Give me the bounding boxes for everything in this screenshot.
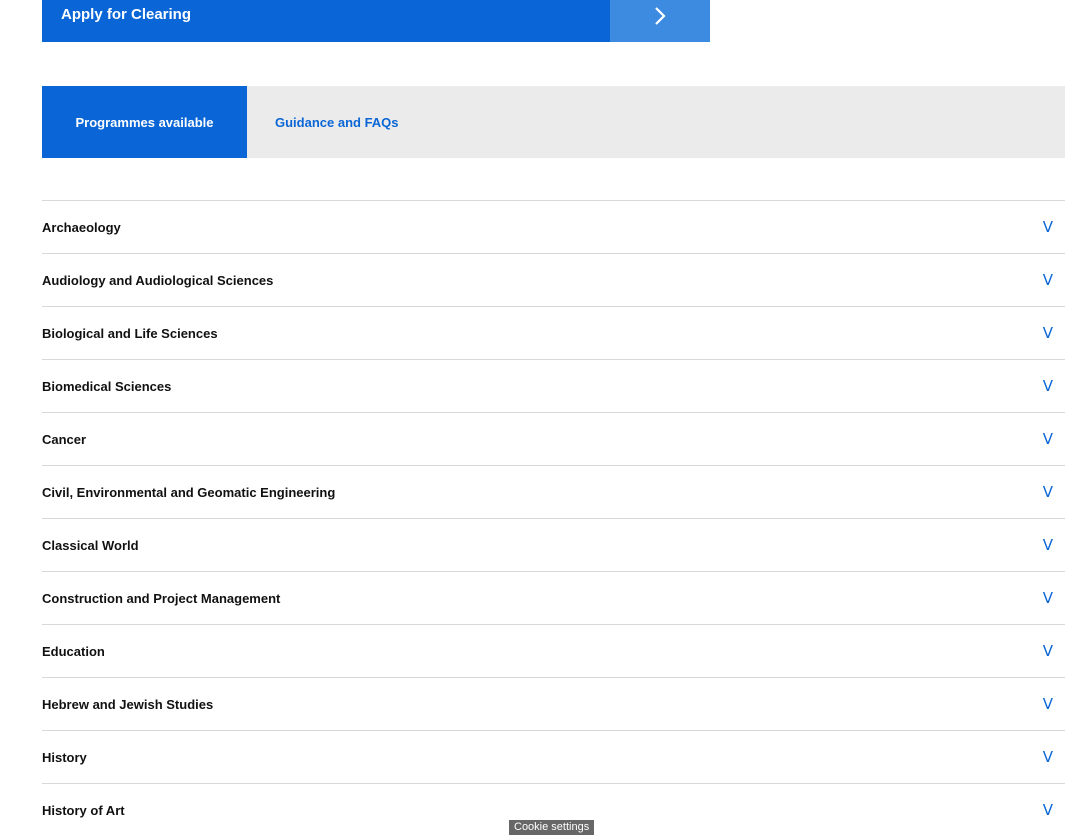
apply-for-clearing-button[interactable]: Apply for Clearing [42,0,710,42]
cookie-settings-button[interactable]: Cookie settings [509,820,595,835]
accordion-item-history[interactable]: History V [42,731,1065,784]
accordion-item-biomedical-sciences[interactable]: Biomedical Sciences V [42,360,1065,413]
chevron-down-icon[interactable]: V [1043,642,1053,660]
accordion-item-cancer[interactable]: Cancer V [42,413,1065,466]
accordion-item-classical-world[interactable]: Classical World V [42,519,1065,572]
accordion-item-label: Audiology and Audiological Sciences [42,272,274,288]
chevron-down-icon[interactable]: V [1043,377,1053,395]
accordion-item-hebrew-jewish-studies[interactable]: Hebrew and Jewish Studies V [42,678,1065,731]
accordion-item-label: Construction and Project Management [42,590,281,606]
accordion-item-archaeology[interactable]: Archaeology V [42,201,1065,254]
tab-label: Guidance and FAQs [275,114,399,130]
accordion-item-biological-life-sciences[interactable]: Biological and Life Sciences V [42,307,1065,360]
page: Apply for Clearing Programmes available … [0,0,1080,835]
chevron-down-icon[interactable]: V [1043,536,1053,554]
chevron-down-icon[interactable]: V [1043,748,1053,766]
tab-programmes-available[interactable]: Programmes available [42,86,247,158]
chevron-down-icon[interactable]: V [1043,801,1053,819]
accordion-item-construction[interactable]: Construction and Project Management V [42,572,1065,625]
accordion-item-audiology[interactable]: Audiology and Audiological Sciences V [42,254,1065,307]
programmes-accordion: Archaeology V Audiology and Audiological… [42,200,1065,835]
accordion-item-label: Hebrew and Jewish Studies [42,696,214,712]
accordion-item-label: Biological and Life Sciences [42,325,218,341]
accordion-item-label: History [42,749,87,765]
accordion-item-civil-engineering[interactable]: Civil, Environmental and Geomatic Engine… [42,466,1065,519]
accordion-item-education[interactable]: Education V [42,625,1065,678]
chevron-down-icon[interactable]: V [1043,218,1053,236]
tab-label: Programmes available [75,114,214,130]
tab-bar: Programmes available Guidance and FAQs [42,86,1065,158]
chevron-down-icon[interactable]: V [1043,271,1053,289]
tab-guidance-and-faqs[interactable]: Guidance and FAQs [247,86,399,158]
chevron-down-icon[interactable]: V [1043,695,1053,713]
accordion-item-label: Biomedical Sciences [42,378,172,394]
chevron-down-icon[interactable]: V [1043,324,1053,342]
chevron-down-icon[interactable]: V [1043,483,1053,501]
accordion-item-label: Archaeology [42,219,121,235]
accordion-item-label: Education [42,643,105,659]
accordion-item-label: Cancer [42,431,87,447]
chevron-right-icon[interactable] [610,0,710,42]
chevron-down-icon[interactable]: V [1043,589,1053,607]
accordion-item-label: Classical World [42,537,139,553]
apply-button-label: Apply for Clearing [61,6,192,23]
accordion-item-label: Civil, Environmental and Geomatic Engine… [42,484,336,500]
chevron-down-icon[interactable]: V [1043,430,1053,448]
accordion-item-label: History of Art [42,802,125,818]
